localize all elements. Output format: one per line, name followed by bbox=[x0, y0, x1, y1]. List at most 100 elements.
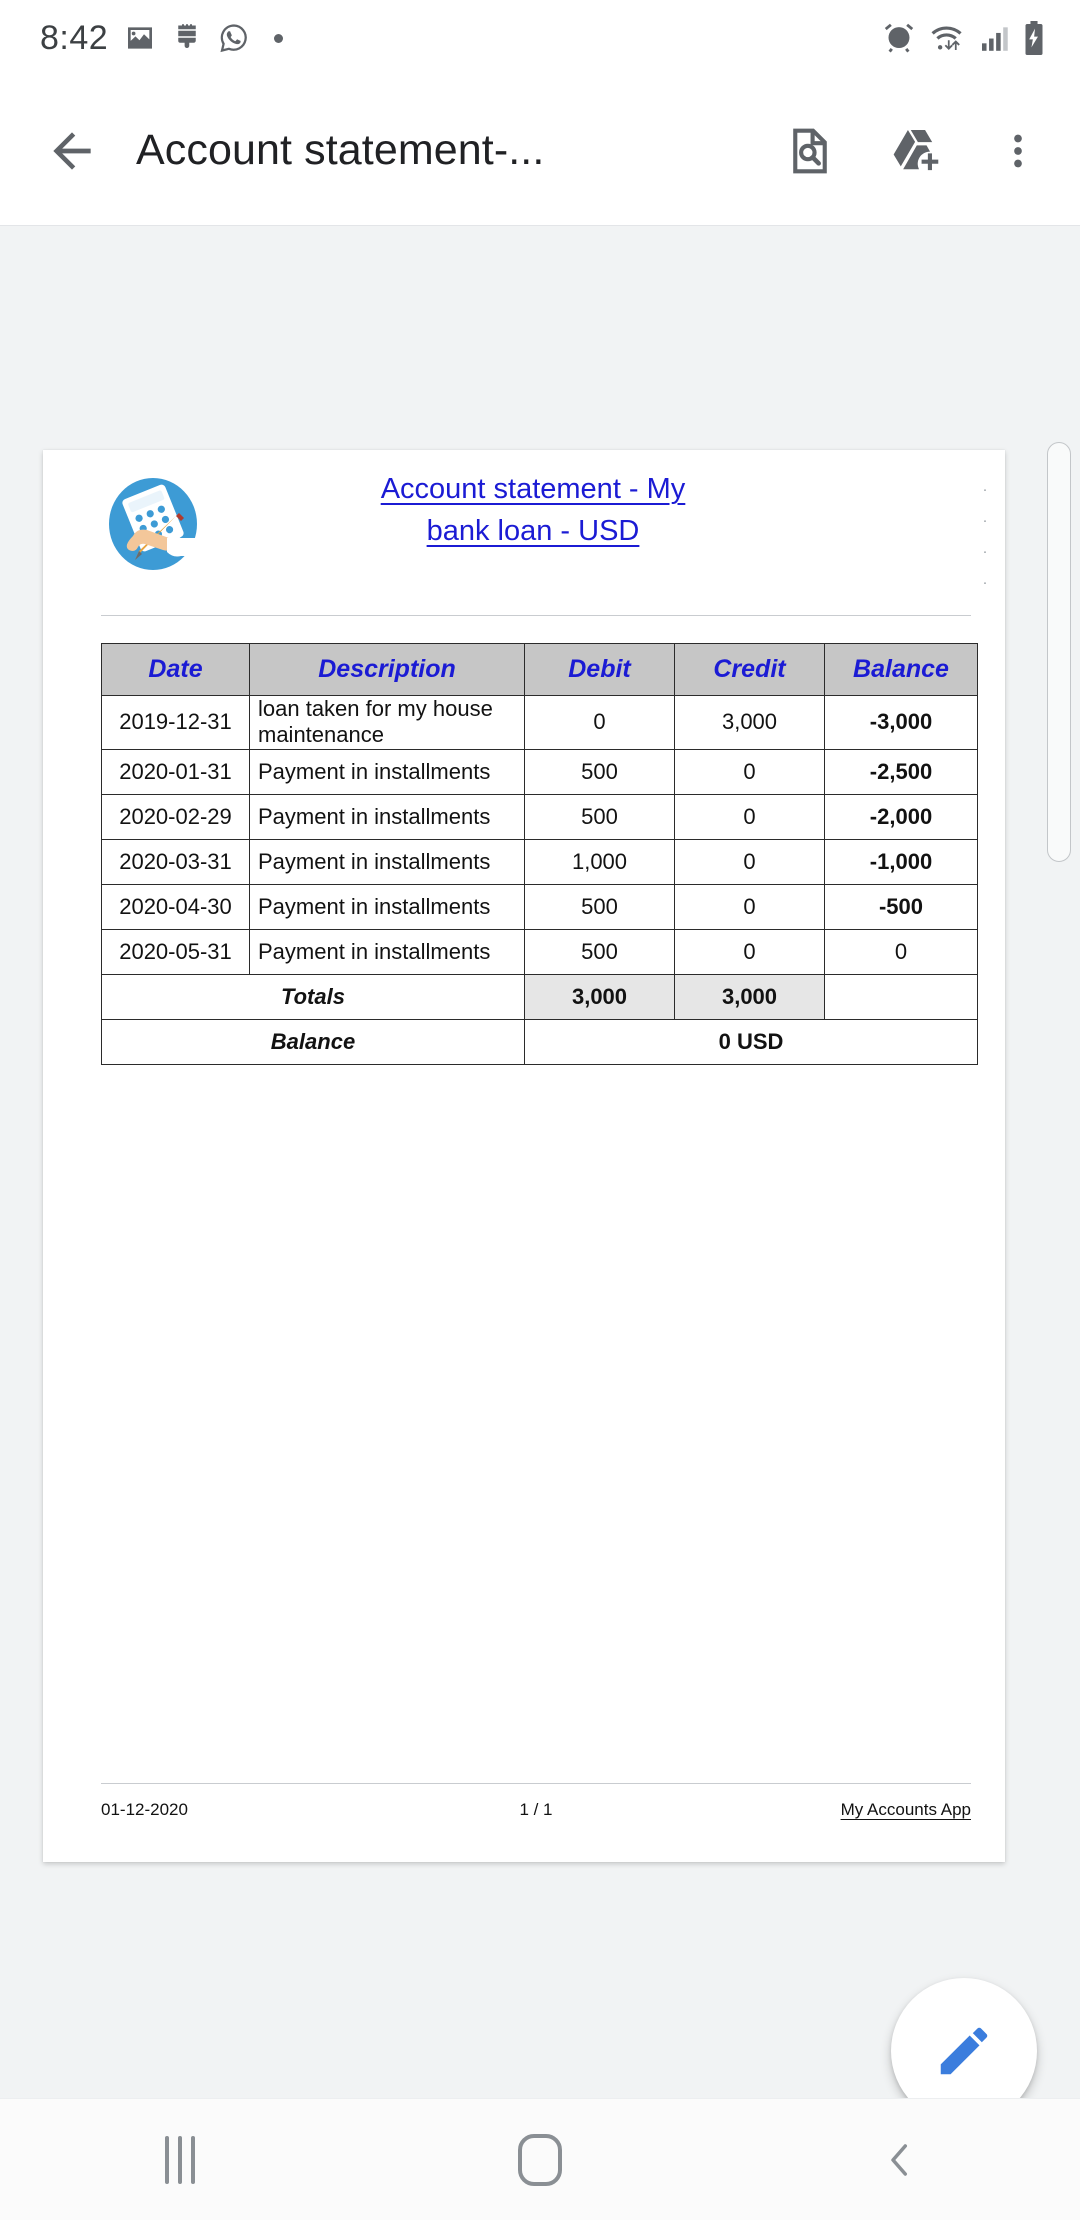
status-bar-clock: 8:42 bbox=[40, 18, 109, 57]
table-row: 2020-05-31 Payment in installments 500 0… bbox=[101, 928, 978, 975]
header-divider bbox=[101, 615, 971, 616]
cell-debit: 500 bbox=[524, 748, 675, 795]
balance-value: 0 USD bbox=[524, 1018, 978, 1065]
cell-description: Payment in installments bbox=[249, 748, 525, 795]
overflow-menu-icon bbox=[1014, 134, 1022, 167]
cell-credit: 3,000 bbox=[674, 695, 825, 750]
table-totals-row: Totals 3,000 3,000 bbox=[101, 973, 978, 1020]
image-icon bbox=[124, 22, 156, 54]
cell-date: 2020-04-30 bbox=[101, 883, 250, 930]
header-dots-decoration: · · · · bbox=[982, 481, 988, 591]
footer-page-number: 1 / 1 bbox=[519, 1800, 553, 1819]
footer-app-name-text: My Accounts App bbox=[840, 1800, 971, 1819]
app-bar-actions bbox=[770, 111, 1080, 191]
dot-indicator bbox=[274, 33, 284, 43]
cell-description: Payment in installments bbox=[249, 883, 525, 930]
cell-credit: 0 bbox=[674, 793, 825, 840]
battery-charging-icon bbox=[1022, 21, 1046, 55]
totals-credit: 3,000 bbox=[674, 973, 825, 1020]
cell-debit: 1,000 bbox=[524, 838, 675, 885]
cell-balance: -500 bbox=[824, 883, 978, 930]
back-nav-button[interactable] bbox=[720, 2099, 1080, 2220]
find-in-document-button[interactable] bbox=[770, 111, 850, 191]
document-title: Account statement - My bank loan - USD bbox=[293, 468, 773, 552]
cell-credit: 0 bbox=[674, 838, 825, 885]
app-bar: Account statement-... bbox=[0, 76, 1080, 226]
overflow-menu-button[interactable] bbox=[978, 111, 1058, 191]
table-row: 2020-04-30 Payment in installments 500 0… bbox=[101, 883, 978, 930]
table-header-row: Date Description Debit Credit Balance bbox=[101, 643, 978, 696]
cell-balance: -3,000 bbox=[824, 695, 978, 750]
home-icon bbox=[518, 2133, 562, 2186]
column-header-description: Description bbox=[249, 643, 525, 696]
status-bar-left: 8:42 bbox=[0, 18, 284, 58]
edit-pencil-icon bbox=[940, 2027, 988, 2075]
wifi-icon bbox=[928, 21, 966, 55]
cell-description: Payment in installments bbox=[249, 928, 525, 975]
cell-debit: 500 bbox=[524, 793, 675, 840]
cell-date: 2019-12-31 bbox=[101, 695, 250, 750]
cell-date: 2020-05-31 bbox=[101, 928, 250, 975]
add-to-drive-icon bbox=[893, 129, 939, 170]
column-header-credit: Credit bbox=[674, 643, 825, 696]
status-bar-right bbox=[882, 21, 1080, 55]
table-row: 2020-02-29 Payment in installments 500 0… bbox=[101, 793, 978, 840]
cell-credit: 0 bbox=[674, 748, 825, 795]
table-row: 2019-12-31 loan taken for my house maint… bbox=[101, 695, 978, 750]
document-title-line1: Account statement - My bbox=[380, 473, 686, 505]
cell-debit: 500 bbox=[524, 883, 675, 930]
cell-balance: -2,500 bbox=[824, 748, 978, 795]
document-title-line2: bank loan - USD bbox=[426, 515, 640, 548]
recents-button[interactable] bbox=[0, 2099, 360, 2220]
document-page: Account statement - My bank loan - USD ·… bbox=[43, 450, 1005, 1862]
cell-date: 2020-02-29 bbox=[101, 793, 250, 840]
recents-icon bbox=[165, 2135, 195, 2184]
vertical-scrollbar[interactable] bbox=[1047, 442, 1071, 862]
alarm-icon bbox=[882, 21, 916, 55]
phone-screen: 8:42 Account statement-... Account state… bbox=[0, 0, 1080, 2220]
totals-balance-empty bbox=[824, 973, 978, 1020]
cell-debit: 500 bbox=[524, 928, 675, 975]
cell-description: Payment in installments bbox=[249, 838, 525, 885]
cell-balance: -2,000 bbox=[824, 793, 978, 840]
column-header-date: Date bbox=[101, 643, 250, 696]
column-header-balance: Balance bbox=[824, 643, 978, 696]
document-viewer[interactable]: Account statement - My bank loan - USD ·… bbox=[0, 226, 1080, 2098]
table-body: 2019-12-31 loan taken for my house maint… bbox=[101, 695, 978, 1065]
cell-description: loan taken for my house maintenance bbox=[249, 695, 525, 750]
cell-description: Payment in installments bbox=[249, 793, 525, 840]
table-balance-row: Balance 0 USD bbox=[101, 1018, 978, 1065]
add-to-drive-button[interactable] bbox=[874, 111, 954, 191]
table-row: 2020-03-31 Payment in installments 1,000… bbox=[101, 838, 978, 885]
cell-balance: -1,000 bbox=[824, 838, 978, 885]
footer-app-name: My Accounts App bbox=[684, 1800, 971, 1820]
signal-icon bbox=[978, 22, 1010, 54]
home-button[interactable] bbox=[360, 2099, 720, 2220]
paintbrush-icon bbox=[172, 22, 202, 54]
table-row: 2020-01-31 Payment in installments 500 0… bbox=[101, 748, 978, 795]
cell-balance: 0 bbox=[824, 928, 978, 975]
document-footer: 01-12-2020 1 / 1 My Accounts App bbox=[101, 1783, 971, 1820]
cell-credit: 0 bbox=[674, 883, 825, 930]
column-header-debit: Debit bbox=[524, 643, 675, 696]
cell-debit: 0 bbox=[524, 695, 675, 750]
totals-label: Totals bbox=[101, 973, 525, 1020]
status-bar: 8:42 bbox=[0, 0, 1080, 76]
accounting-logo-icon bbox=[101, 472, 205, 576]
document-header: Account statement - My bank loan - USD ·… bbox=[43, 450, 1005, 595]
statement-table: Date Description Debit Credit Balance 20… bbox=[101, 643, 978, 1065]
footer-divider bbox=[101, 1783, 971, 1784]
footer-date: 01-12-2020 bbox=[101, 1800, 188, 1819]
totals-debit: 3,000 bbox=[524, 973, 675, 1020]
cell-date: 2020-01-31 bbox=[101, 748, 250, 795]
system-navigation-bar bbox=[0, 2098, 1080, 2220]
find-in-document-icon bbox=[793, 128, 827, 173]
back-chevron-icon bbox=[891, 2143, 907, 2176]
balance-label: Balance bbox=[101, 1018, 525, 1065]
cell-credit: 0 bbox=[674, 928, 825, 975]
whatsapp-icon bbox=[218, 22, 250, 54]
back-arrow-icon bbox=[53, 131, 91, 170]
back-button[interactable] bbox=[18, 123, 126, 179]
page-title: Account statement-... bbox=[136, 126, 545, 174]
cell-date: 2020-03-31 bbox=[101, 838, 250, 885]
